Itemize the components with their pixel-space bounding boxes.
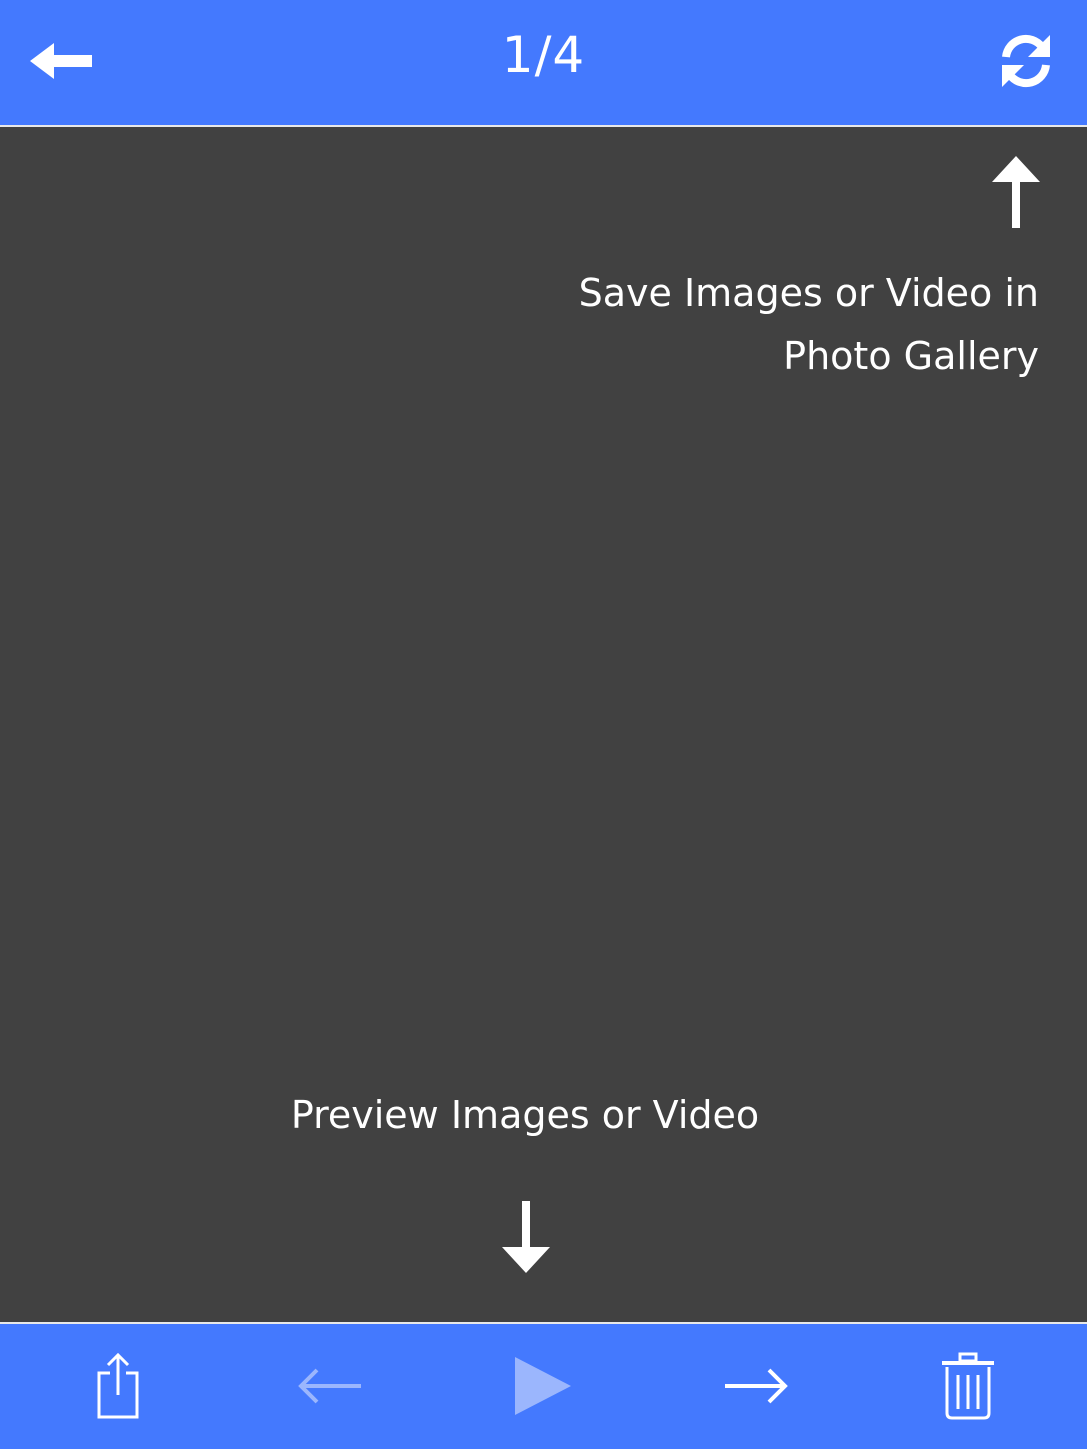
bottom-toolbar <box>0 1322 1087 1449</box>
save-hint-text: Save Images or Video in Photo Gallery <box>439 262 1039 388</box>
delete-button[interactable] <box>926 1346 1010 1430</box>
refresh-icon <box>996 31 1056 95</box>
share-icon <box>93 1351 143 1425</box>
save-hint-line2: Photo Gallery <box>783 334 1039 378</box>
play-button[interactable] <box>500 1346 584 1430</box>
next-button[interactable] <box>714 1346 798 1430</box>
preview-hint-text: Preview Images or Video <box>290 1093 760 1137</box>
trash-icon <box>938 1351 998 1425</box>
down-arrow-icon <box>496 1199 556 1275</box>
refresh-button[interactable] <box>991 28 1061 98</box>
page-indicator: 1/4 <box>501 26 586 84</box>
top-bar: 1/4 <box>0 0 1087 127</box>
previous-icon <box>295 1366 365 1410</box>
up-arrow-icon <box>986 154 1046 234</box>
next-icon <box>721 1366 791 1410</box>
previous-button[interactable] <box>288 1346 372 1430</box>
play-icon <box>511 1355 573 1421</box>
save-hint-line1: Save Images or Video in <box>578 271 1039 315</box>
share-button[interactable] <box>76 1346 160 1430</box>
media-preview-area[interactable]: Save Images or Video in Photo Gallery Pr… <box>0 127 1087 1321</box>
